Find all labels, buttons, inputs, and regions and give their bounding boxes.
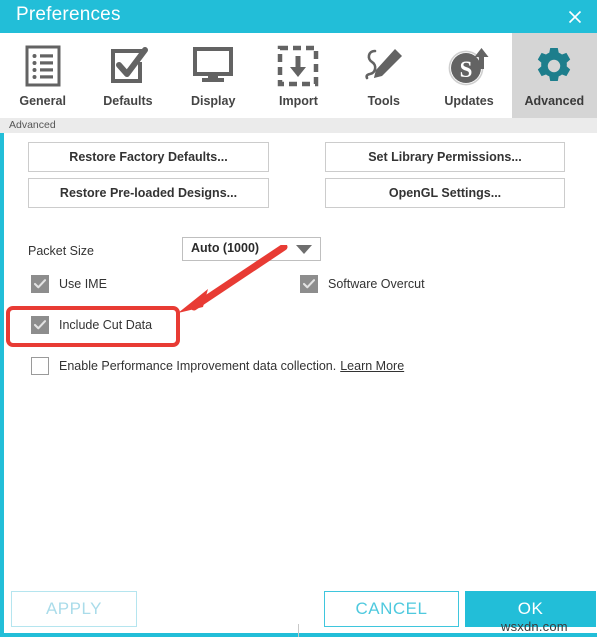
bottom-tick-mark	[298, 624, 299, 637]
checkbox-use-ime[interactable]: Use IME	[31, 275, 107, 293]
list-icon	[24, 42, 62, 90]
watermark: wsxdn.com	[501, 619, 568, 634]
close-button[interactable]	[553, 0, 597, 33]
close-icon	[568, 10, 582, 23]
breadcrumb-bar: Advanced	[0, 118, 597, 133]
restore-preloaded-designs-button[interactable]: Restore Pre-loaded Designs...	[28, 178, 269, 208]
packet-size-select[interactable]: Auto (1000)	[182, 237, 321, 261]
tab-label: Defaults	[103, 94, 153, 108]
tab-import[interactable]: Import	[256, 33, 341, 118]
checkbox-box	[31, 275, 49, 293]
tab-display[interactable]: Display	[171, 33, 256, 118]
monitor-icon	[192, 42, 234, 90]
learn-more-link[interactable]: Learn More	[340, 359, 404, 373]
tab-label: Import	[279, 94, 318, 108]
s-upload-icon: S	[447, 42, 491, 90]
checkbox-software-overcut[interactable]: Software Overcut	[300, 275, 425, 293]
settings-panel: Restore Factory Defaults... Restore Pre-…	[0, 133, 597, 585]
checkbox-box	[31, 316, 49, 334]
packet-size-label: Packet Size	[28, 244, 95, 258]
packet-size-value: Auto (1000)	[191, 241, 260, 255]
tab-label: Advanced	[524, 94, 585, 108]
svg-text:S: S	[460, 57, 473, 82]
tab-label: General	[19, 94, 66, 108]
checkbox-label: Software Overcut	[328, 277, 425, 291]
breadcrumb: Advanced	[9, 119, 56, 131]
tab-tools[interactable]: Tools	[341, 33, 426, 118]
tab-updates[interactable]: S Updates	[426, 33, 511, 118]
checkbox-label: Include Cut Data	[59, 318, 153, 332]
tab-label: Updates	[444, 94, 494, 108]
cancel-button[interactable]: CANCEL	[324, 591, 459, 627]
set-library-permissions-button[interactable]: Set Library Permissions...	[325, 142, 565, 172]
checkbox-check-icon	[107, 42, 149, 90]
checkbox-enable-performance[interactable]: Enable Performance Improvement data coll…	[31, 357, 404, 375]
import-download-icon	[277, 42, 319, 90]
check-icon	[34, 320, 46, 330]
checkbox-box	[31, 357, 49, 375]
checkbox-box	[300, 275, 318, 293]
preferences-dialog: Preferences General Defaults Display Imp…	[0, 0, 597, 637]
tab-label: Display	[190, 94, 236, 108]
opengl-settings-button[interactable]: OpenGL Settings...	[325, 178, 565, 208]
tab-label: Tools	[367, 94, 400, 108]
tab-defaults[interactable]: Defaults	[85, 33, 170, 118]
checkbox-label: Enable Performance Improvement data coll…	[59, 359, 337, 373]
apply-button[interactable]: APPLY	[11, 591, 137, 627]
tab-strip: General Defaults Display Import Tools S …	[0, 33, 597, 118]
tab-advanced[interactable]: Advanced	[511, 33, 597, 118]
checkbox-label: Use IME	[59, 277, 107, 291]
gear-icon	[534, 42, 574, 90]
tab-general[interactable]: General	[0, 33, 85, 118]
restore-factory-defaults-button[interactable]: Restore Factory Defaults...	[28, 142, 269, 172]
chevron-down-icon	[296, 245, 312, 254]
window-title: Preferences	[16, 4, 121, 25]
check-icon	[34, 279, 46, 289]
title-bar: Preferences	[0, 0, 597, 33]
checkbox-include-cut-data[interactable]: Include Cut Data	[31, 316, 152, 334]
pencil-icon	[362, 42, 406, 90]
check-icon	[303, 279, 315, 289]
